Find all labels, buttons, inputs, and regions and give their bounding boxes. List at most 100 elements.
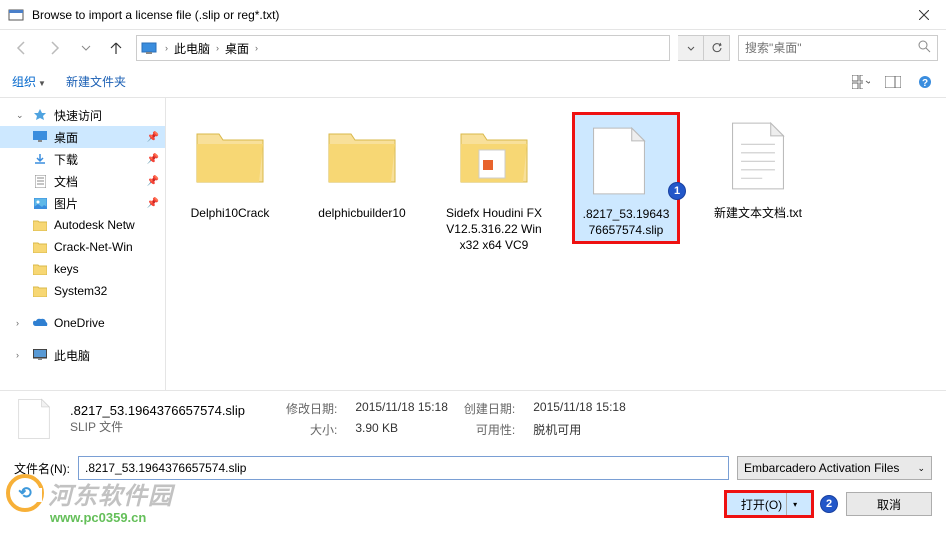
sidebar-label: 图片 <box>54 195 78 212</box>
sidebar-folder[interactable]: keys <box>0 258 165 280</box>
annotation-marker: 1 <box>668 182 686 200</box>
sidebar-folder[interactable]: System32 <box>0 280 165 302</box>
download-icon <box>32 151 48 167</box>
file-label: Sidefx Houdini FX V12.5.316.22 Win x32 x… <box>440 204 548 255</box>
sidebar: ⌄ 快速访问 桌面 📌 下载 📌 文档 📌 图片 📌 Autodesk Netw <box>0 98 166 390</box>
nav-forward-button[interactable] <box>40 34 68 62</box>
sidebar-label: 桌面 <box>54 129 78 146</box>
bottom-panel: 文件名(N): Embarcadero Activation Files ⌄ 打… <box>0 446 946 532</box>
computer-icon <box>32 347 48 363</box>
button-label: 取消 <box>877 496 901 513</box>
file-list[interactable]: Delphi10Crack delphicbuilder10 Sidefx Ho… <box>166 98 946 390</box>
window-title: Browse to import a license file (.slip o… <box>32 8 901 22</box>
pin-icon: 📌 <box>147 176 159 187</box>
sidebar-label: 此电脑 <box>54 347 90 364</box>
folder-icon <box>459 126 529 186</box>
sidebar-label: keys <box>54 262 79 276</box>
refresh-icon <box>711 42 723 54</box>
view-icon <box>852 75 863 89</box>
search-icon <box>918 40 931 56</box>
address-bar[interactable]: › 此电脑 › 桌面 › <box>136 35 670 61</box>
pin-icon: 📌 <box>147 132 159 143</box>
folder-icon <box>32 283 48 299</box>
pane-icon <box>885 76 901 88</box>
star-icon <box>32 107 48 123</box>
details-avail-label: 可用性: <box>464 421 515 438</box>
chevron-down-icon <box>81 45 91 51</box>
refresh-button[interactable] <box>704 35 730 61</box>
sidebar-folder[interactable]: Crack-Net-Win <box>0 236 165 258</box>
preview-pane-button[interactable] <box>884 73 902 91</box>
details-mod-label: 修改日期: <box>286 400 337 417</box>
textfile-icon <box>728 121 788 191</box>
navbar: › 此电脑 › 桌面 › <box>0 30 946 66</box>
folder-icon <box>327 126 397 186</box>
sidebar-label: Autodesk Netw <box>54 218 135 232</box>
file-item-folder[interactable]: Delphi10Crack <box>176 112 284 222</box>
button-label: 打开(O) <box>741 496 782 513</box>
desktop-icon <box>141 40 157 56</box>
sidebar-desktop[interactable]: 桌面 📌 <box>0 126 165 148</box>
details-filetype: SLIP 文件 <box>70 418 270 435</box>
details-mod-value: 2015/11/18 15:18 <box>355 400 448 417</box>
file-item-folder[interactable]: Sidefx Houdini FX V12.5.316.22 Win x32 x… <box>440 112 548 255</box>
open-button[interactable]: 打开(O) ▾ <box>724 490 814 518</box>
sidebar-documents[interactable]: 文档 📌 <box>0 170 165 192</box>
cancel-button[interactable]: 取消 <box>846 492 932 516</box>
app-icon <box>8 7 24 23</box>
filter-label: Embarcadero Activation Files <box>744 461 899 475</box>
file-item-textfile[interactable]: 新建文本文档.txt <box>704 112 812 222</box>
onedrive-icon <box>32 315 48 331</box>
sidebar-pictures[interactable]: 图片 📌 <box>0 192 165 214</box>
arrow-up-icon <box>109 41 123 55</box>
folder-icon <box>32 217 48 233</box>
file-label: .8217_53.1964376657574.slip <box>579 205 673 239</box>
chevron-down-icon <box>687 46 695 51</box>
new-folder-button[interactable]: 新建文件夹 <box>66 73 126 90</box>
search-input[interactable] <box>745 41 914 55</box>
nav-recent-button[interactable] <box>72 34 100 62</box>
chevron-down-icon: ⌄ <box>917 463 925 474</box>
filename-label: 文件名(N): <box>14 460 70 477</box>
organize-button[interactable]: 组织▼ <box>12 73 46 90</box>
sidebar-label: 文档 <box>54 173 78 190</box>
file-item-selected[interactable]: .8217_53.1964376657574.slip 1 <box>572 112 680 244</box>
folder-icon <box>195 126 265 186</box>
filetype-filter[interactable]: Embarcadero Activation Files ⌄ <box>737 456 932 480</box>
breadcrumb-sep: › <box>161 43 172 53</box>
arrow-right-icon <box>46 40 62 56</box>
help-button[interactable]: ? <box>916 73 934 91</box>
sidebar-this-pc[interactable]: › 此电脑 <box>0 344 165 366</box>
folder-icon <box>32 261 48 277</box>
breadcrumb-item[interactable]: 桌面 <box>223 40 251 57</box>
breadcrumb-sep: › <box>212 43 223 53</box>
file-item-folder[interactable]: delphicbuilder10 <box>308 112 416 222</box>
close-button[interactable] <box>901 0 946 30</box>
breadcrumb-item[interactable]: 此电脑 <box>172 40 212 57</box>
document-icon <box>32 173 48 189</box>
sidebar-folder[interactable]: Autodesk Netw <box>0 214 165 236</box>
annotation-marker: 2 <box>820 495 838 513</box>
details-created-value: 2015/11/18 15:18 <box>533 400 626 417</box>
sidebar-downloads[interactable]: 下载 📌 <box>0 148 165 170</box>
address-dropdown-button[interactable] <box>678 35 704 61</box>
close-icon <box>919 10 929 20</box>
nav-back-button[interactable] <box>8 34 36 62</box>
sidebar-label: 下载 <box>54 151 78 168</box>
view-options-button[interactable] <box>852 73 870 91</box>
toolbar: 组织▼ 新建文件夹 ? <box>0 66 946 98</box>
filename-input[interactable] <box>78 456 729 480</box>
file-label: 新建文本文档.txt <box>712 204 804 222</box>
details-size-value: 3.90 KB <box>355 421 448 438</box>
main-area: ⌄ 快速访问 桌面 📌 下载 📌 文档 📌 图片 📌 Autodesk Netw <box>0 98 946 390</box>
sidebar-onedrive[interactable]: › OneDrive <box>0 312 165 334</box>
details-thumb <box>14 397 54 441</box>
expand-icon: › <box>16 318 26 328</box>
help-icon: ? <box>918 75 932 89</box>
sidebar-label: 快速访问 <box>54 107 102 124</box>
sidebar-quick-access[interactable]: ⌄ 快速访问 <box>0 104 165 126</box>
arrow-left-icon <box>14 40 30 56</box>
nav-up-button[interactable] <box>104 36 128 60</box>
search-box[interactable] <box>738 35 938 61</box>
picture-icon <box>32 195 48 211</box>
